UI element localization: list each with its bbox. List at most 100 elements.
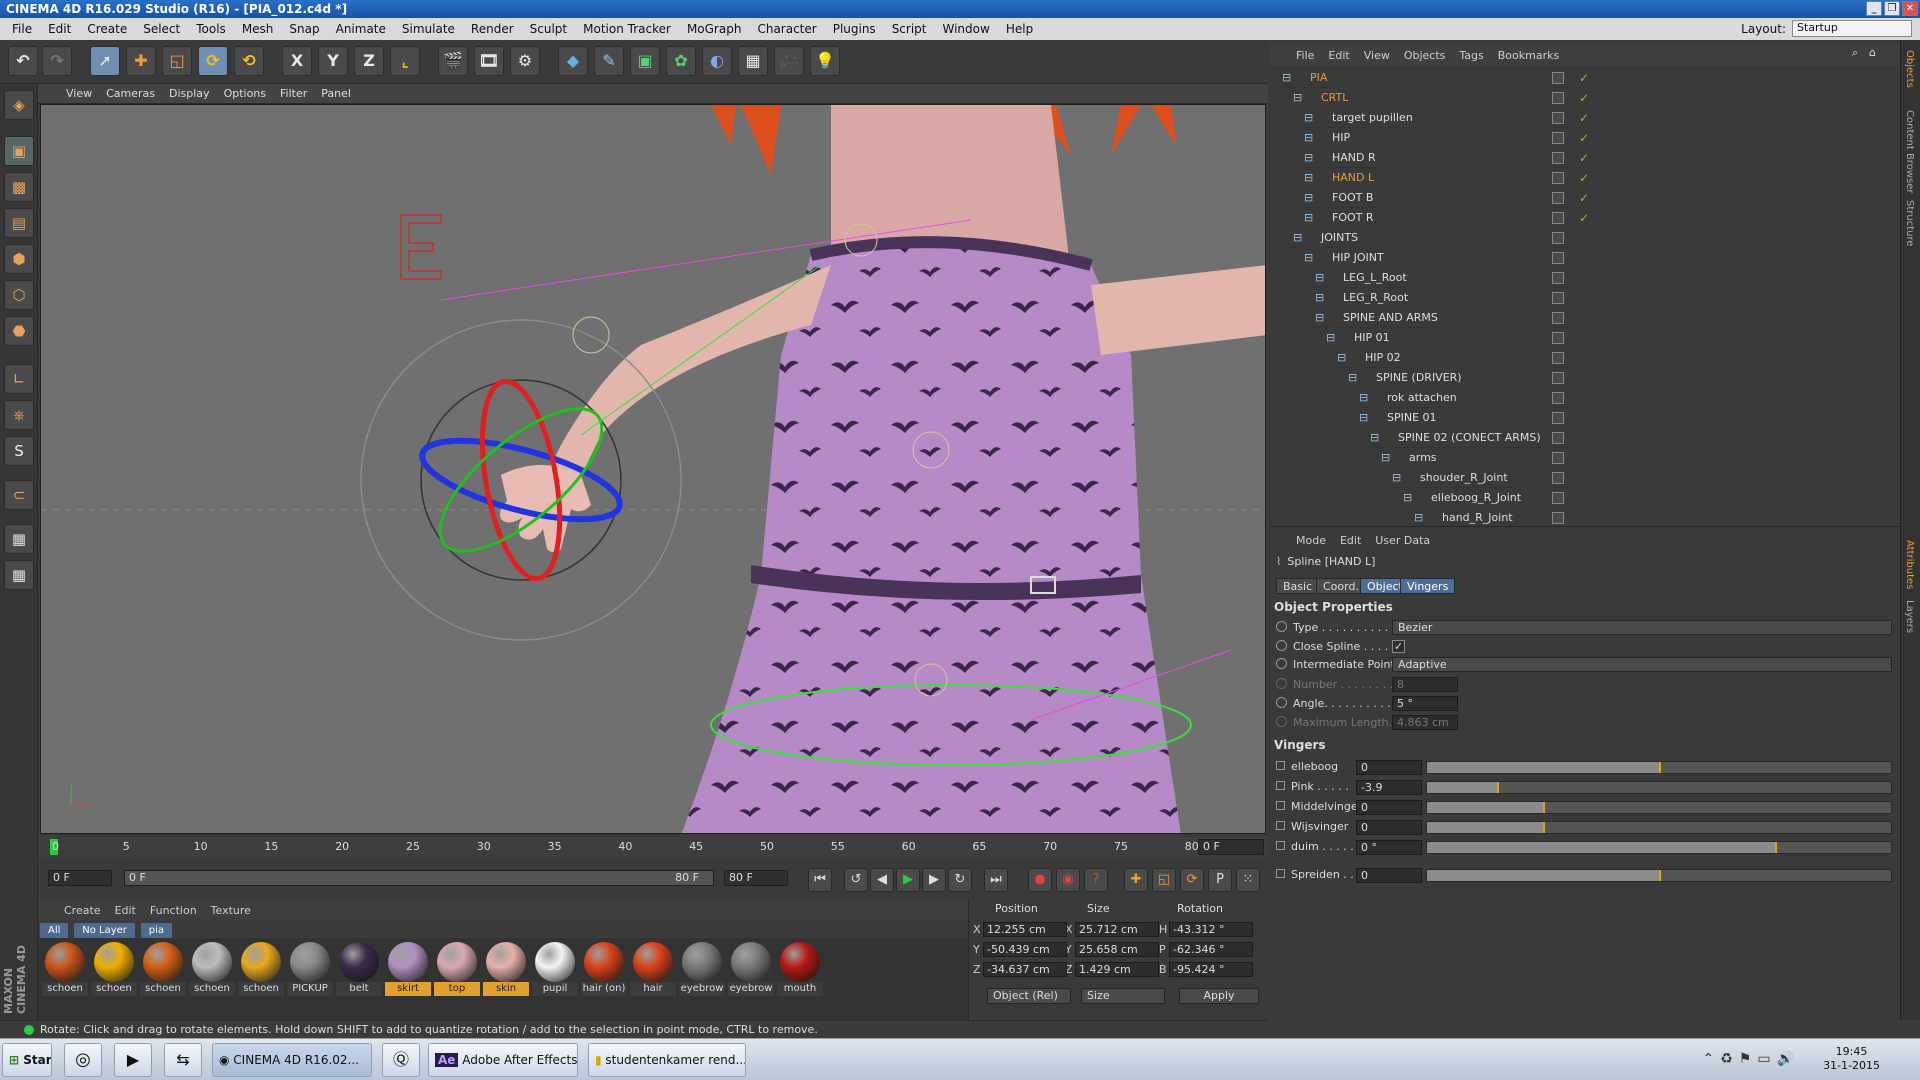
menu-plugins[interactable]: Plugins — [825, 22, 884, 36]
axis-mode-icon[interactable]: ∟ — [4, 364, 34, 394]
taskbar-cinema4d[interactable]: ◉ CINEMA 4D R16.02... — [212, 1043, 372, 1077]
material-menu-function[interactable]: Function — [150, 904, 197, 917]
menu-help[interactable]: Help — [998, 22, 1041, 36]
expand-toggle-icon[interactable]: ⊟ — [1304, 128, 1313, 148]
tab-coord[interactable]: Coord. — [1316, 578, 1366, 594]
rotate-tool-icon[interactable]: ⟳ — [198, 46, 228, 76]
menu-script[interactable]: Script — [884, 22, 935, 36]
chrome-icon[interactable]: ◎ — [64, 1043, 102, 1077]
expand-toggle-icon[interactable]: ⊟ — [1326, 328, 1335, 348]
finger-slider[interactable] — [1426, 869, 1892, 882]
enabled-check-icon[interactable]: ✓ — [1579, 88, 1589, 108]
menu-animate[interactable]: Animate — [328, 22, 394, 36]
object-row[interactable]: ⊟ HAND R ✓ — [1270, 148, 1890, 168]
type-anim-icon[interactable] — [1276, 621, 1287, 632]
select-tool-icon[interactable]: ➚ — [90, 46, 120, 76]
viewport-menu-filter[interactable]: Filter — [280, 87, 307, 100]
expand-toggle-icon[interactable]: ⊟ — [1370, 428, 1379, 448]
axis-x-button[interactable]: X — [282, 46, 312, 76]
object-row[interactable]: ⊟ SPINE (DRIVER) — [1270, 368, 1890, 388]
enabled-check-icon[interactable]: ✓ — [1579, 68, 1589, 88]
objects-menu-file[interactable]: File — [1296, 49, 1314, 62]
finger-value-field[interactable]: 0 — [1356, 800, 1422, 815]
expand-toggle-icon[interactable]: ⊟ — [1381, 448, 1390, 468]
texture-mode-icon[interactable]: ▩ — [4, 172, 34, 202]
layer-icon[interactable] — [1552, 192, 1564, 204]
finger-value-field[interactable]: 0 — [1356, 760, 1422, 775]
attr-menu-edit[interactable]: Edit — [1340, 534, 1361, 547]
layer-icon[interactable] — [1552, 332, 1564, 344]
position-field[interactable]: -50.439 cm — [983, 942, 1067, 957]
material-swatch[interactable]: skin — [483, 942, 529, 1002]
expand-toggle-icon[interactable]: ⊟ — [1304, 248, 1313, 268]
object-row[interactable]: ⊟ hand_R_Joint — [1270, 508, 1890, 528]
object-row[interactable]: ⊟ HIP 01 — [1270, 328, 1890, 348]
menu-simulate[interactable]: Simulate — [394, 22, 463, 36]
menu-mograph[interactable]: MoGraph — [679, 22, 750, 36]
expand-toggle-icon[interactable]: ⊟ — [1304, 148, 1313, 168]
menu-character[interactable]: Character — [749, 22, 824, 36]
expand-toggle-icon[interactable]: ⊟ — [1293, 88, 1302, 108]
rotation-field[interactable]: -43.312 ° — [1169, 922, 1253, 937]
enabled-check-icon[interactable]: ✓ — [1579, 168, 1589, 188]
slider-handle[interactable] — [1775, 842, 1777, 853]
finger-value-field[interactable]: 0 — [1356, 820, 1422, 835]
menu-sculpt[interactable]: Sculpt — [522, 22, 575, 36]
subdivision-icon[interactable]: ▣ — [630, 46, 660, 76]
angle-field[interactable]: 5 ° — [1392, 696, 1458, 711]
enabled-check-icon[interactable]: ✓ — [1579, 208, 1589, 228]
material-swatch[interactable]: hair — [630, 942, 676, 1002]
objects-side-tab[interactable]: Objects — [1904, 50, 1915, 88]
content-browser-side-tab[interactable]: Content Browser — [1904, 110, 1915, 193]
material-swatch[interactable]: schoen — [42, 942, 88, 1002]
tab-vingers[interactable]: Vingers — [1400, 578, 1456, 594]
slider-handle[interactable] — [1543, 802, 1545, 813]
expand-toggle-icon[interactable]: ⊟ — [1359, 408, 1368, 428]
position-field[interactable]: -34.637 cm — [983, 962, 1067, 977]
teamviewer-icon[interactable]: ⇆ — [164, 1043, 202, 1077]
viewport-menu-options[interactable]: Options — [224, 87, 266, 100]
layout-select[interactable]: Startup — [1792, 20, 1912, 37]
previous-key-icon[interactable]: ↺ — [844, 868, 868, 892]
axis-z-button[interactable]: Z — [354, 46, 384, 76]
material-swatch[interactable]: schoen — [238, 942, 284, 1002]
layer-icon[interactable] — [1552, 152, 1564, 164]
viewport-menu-view[interactable]: View — [66, 87, 92, 100]
layer-icon[interactable] — [1552, 472, 1564, 484]
menu-motion-tracker[interactable]: Motion Tracker — [575, 22, 679, 36]
render-settings-icon[interactable]: ⚙ — [510, 46, 540, 76]
taskbar-after-effects[interactable]: Ae Adobe After Effects ... — [428, 1043, 578, 1077]
menu-mesh[interactable]: Mesh — [234, 22, 282, 36]
layer-icon[interactable] — [1552, 492, 1564, 504]
object-row[interactable]: ⊟ rok attachen — [1270, 388, 1890, 408]
viewport-menu-display[interactable]: Display — [169, 87, 210, 100]
structure-side-tab[interactable]: Structure — [1904, 200, 1915, 247]
object-row[interactable]: ⊟ HAND L ✓ — [1270, 168, 1890, 188]
layer-icon[interactable] — [1552, 312, 1564, 324]
menu-tools[interactable]: Tools — [188, 22, 234, 36]
polygons-mode-icon[interactable]: ⬣ — [4, 316, 34, 346]
record-parameter-icon[interactable]: P — [1208, 868, 1232, 892]
make-editable-icon[interactable]: ◈ — [4, 90, 34, 120]
camera-icon[interactable]: 🎥 — [774, 46, 804, 76]
finger-slider[interactable] — [1426, 761, 1892, 774]
menu-select[interactable]: Select — [135, 22, 188, 36]
material-swatch[interactable]: skirt — [385, 942, 431, 1002]
slider-handle[interactable] — [1496, 782, 1499, 793]
expand-toggle-icon[interactable]: ⊟ — [1315, 288, 1324, 308]
position-field[interactable]: 12.255 cm — [983, 922, 1067, 937]
material-swatch[interactable]: belt — [336, 942, 382, 1002]
workplane-icon[interactable]: ▤ — [4, 208, 34, 238]
objects-menu-bookmarks[interactable]: Bookmarks — [1498, 49, 1559, 62]
rotation-field[interactable]: -95.424 ° — [1169, 962, 1253, 977]
enabled-check-icon[interactable]: ✓ — [1579, 148, 1589, 168]
material-swatch[interactable]: mouth — [777, 942, 823, 1002]
record-scale-icon[interactable]: ◱ — [1152, 868, 1176, 892]
record-active-icon[interactable]: ● — [1028, 868, 1052, 892]
object-row[interactable]: ⊟ LEG_R_Root — [1270, 288, 1890, 308]
menu-create[interactable]: Create — [79, 22, 135, 36]
material-menu-texture[interactable]: Texture — [211, 904, 251, 917]
type-select[interactable]: Bezier — [1392, 620, 1892, 635]
expand-toggle-icon[interactable]: ⊟ — [1304, 208, 1313, 228]
viewport-menu-panel[interactable]: Panel — [321, 87, 351, 100]
